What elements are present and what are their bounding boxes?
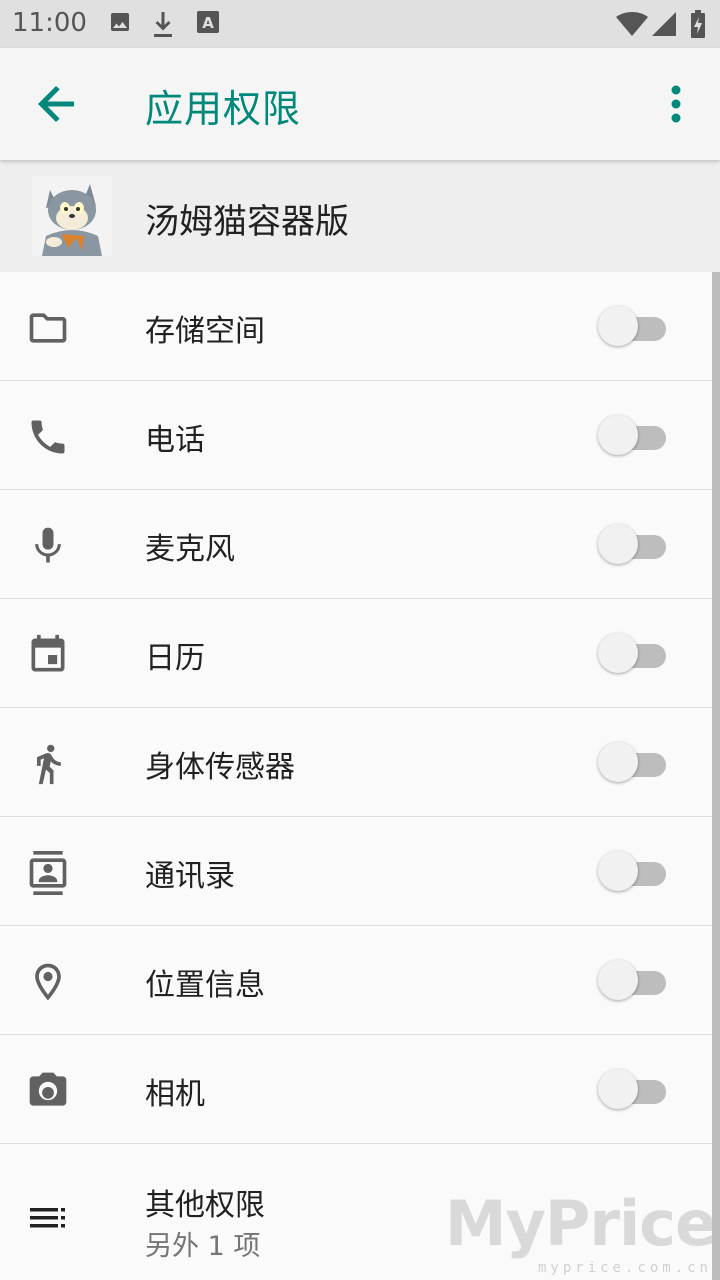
permission-row-contacts[interactable]: 通讯录 bbox=[0, 817, 720, 926]
text-a-icon: A bbox=[196, 10, 220, 40]
contacts-icon bbox=[26, 851, 70, 895]
other-permissions-label: 其他权限 bbox=[145, 1188, 265, 1223]
permission-toggle-calendar[interactable] bbox=[598, 632, 668, 676]
permission-label: 存储空间 bbox=[145, 314, 265, 349]
permission-label: 电话 bbox=[145, 423, 205, 458]
watermark-url: myprice.com.cn bbox=[537, 1260, 712, 1276]
permission-toggle-camera[interactable] bbox=[598, 1068, 668, 1112]
folder-icon bbox=[26, 306, 70, 350]
more-vert-icon bbox=[671, 85, 681, 123]
permission-row-storage[interactable]: 存储空间 bbox=[0, 272, 720, 381]
permission-label: 日历 bbox=[145, 641, 205, 676]
signal-icon bbox=[652, 12, 676, 40]
app-name: 汤姆猫容器版 bbox=[145, 202, 349, 242]
page-title: 应用权限 bbox=[145, 87, 302, 131]
image-icon bbox=[108, 10, 132, 38]
app-permissions-screen: 11:00 A 应用权限 汤姆猫容器版 存储空间 电话 麦克风 日历 身体传感器… bbox=[0, 0, 720, 1280]
calendar-icon bbox=[26, 633, 70, 677]
app-header: 汤姆猫容器版 bbox=[0, 160, 720, 272]
permission-row-body-sensors[interactable]: 身体传感器 bbox=[0, 708, 720, 817]
watermark: MyPrice bbox=[444, 1187, 717, 1260]
download-icon bbox=[151, 10, 175, 42]
permission-list: 存储空间 电话 麦克风 日历 身体传感器 通讯录 位置信息 相机 其他权限 另外… bbox=[0, 272, 720, 1280]
phone-icon bbox=[26, 415, 70, 459]
status-time: 11:00 bbox=[12, 8, 87, 38]
permission-row-location[interactable]: 位置信息 bbox=[0, 926, 720, 1035]
permission-label: 麦克风 bbox=[145, 532, 235, 567]
other-permissions-count: 另外 1 项 bbox=[145, 1231, 261, 1262]
permission-toggle-location[interactable] bbox=[598, 959, 668, 1003]
battery-charging-icon bbox=[690, 10, 706, 42]
more-options-button[interactable] bbox=[656, 74, 696, 134]
toolbar: 应用权限 bbox=[0, 48, 720, 160]
permission-toggle-body-sensors[interactable] bbox=[598, 741, 668, 785]
permission-toggle-contacts[interactable] bbox=[598, 850, 668, 894]
permission-toggle-microphone[interactable] bbox=[598, 523, 668, 567]
svg-text:A: A bbox=[202, 14, 214, 32]
mic-icon bbox=[26, 524, 70, 568]
permission-toggle-phone[interactable] bbox=[598, 414, 668, 458]
wifi-icon bbox=[616, 12, 648, 40]
list-icon bbox=[26, 1196, 70, 1240]
permission-label: 位置信息 bbox=[145, 968, 265, 1003]
permission-row-camera[interactable]: 相机 bbox=[0, 1035, 720, 1144]
permission-row-microphone[interactable]: 麦克风 bbox=[0, 490, 720, 599]
permission-toggle-storage[interactable] bbox=[598, 305, 668, 349]
tom-cat-app-icon bbox=[32, 176, 112, 256]
back-button[interactable] bbox=[20, 68, 92, 140]
permission-row-phone[interactable]: 电话 bbox=[0, 381, 720, 490]
scrollbar[interactable] bbox=[712, 272, 720, 1280]
location-icon bbox=[26, 960, 70, 1004]
arrow-back-icon bbox=[38, 86, 74, 122]
permission-row-calendar[interactable]: 日历 bbox=[0, 599, 720, 708]
walk-icon bbox=[26, 742, 70, 786]
camera-icon bbox=[26, 1069, 70, 1113]
permission-label: 身体传感器 bbox=[145, 750, 295, 785]
status-bar: 11:00 A bbox=[0, 0, 720, 48]
permission-label: 相机 bbox=[145, 1077, 205, 1112]
permission-label: 通讯录 bbox=[145, 859, 235, 894]
